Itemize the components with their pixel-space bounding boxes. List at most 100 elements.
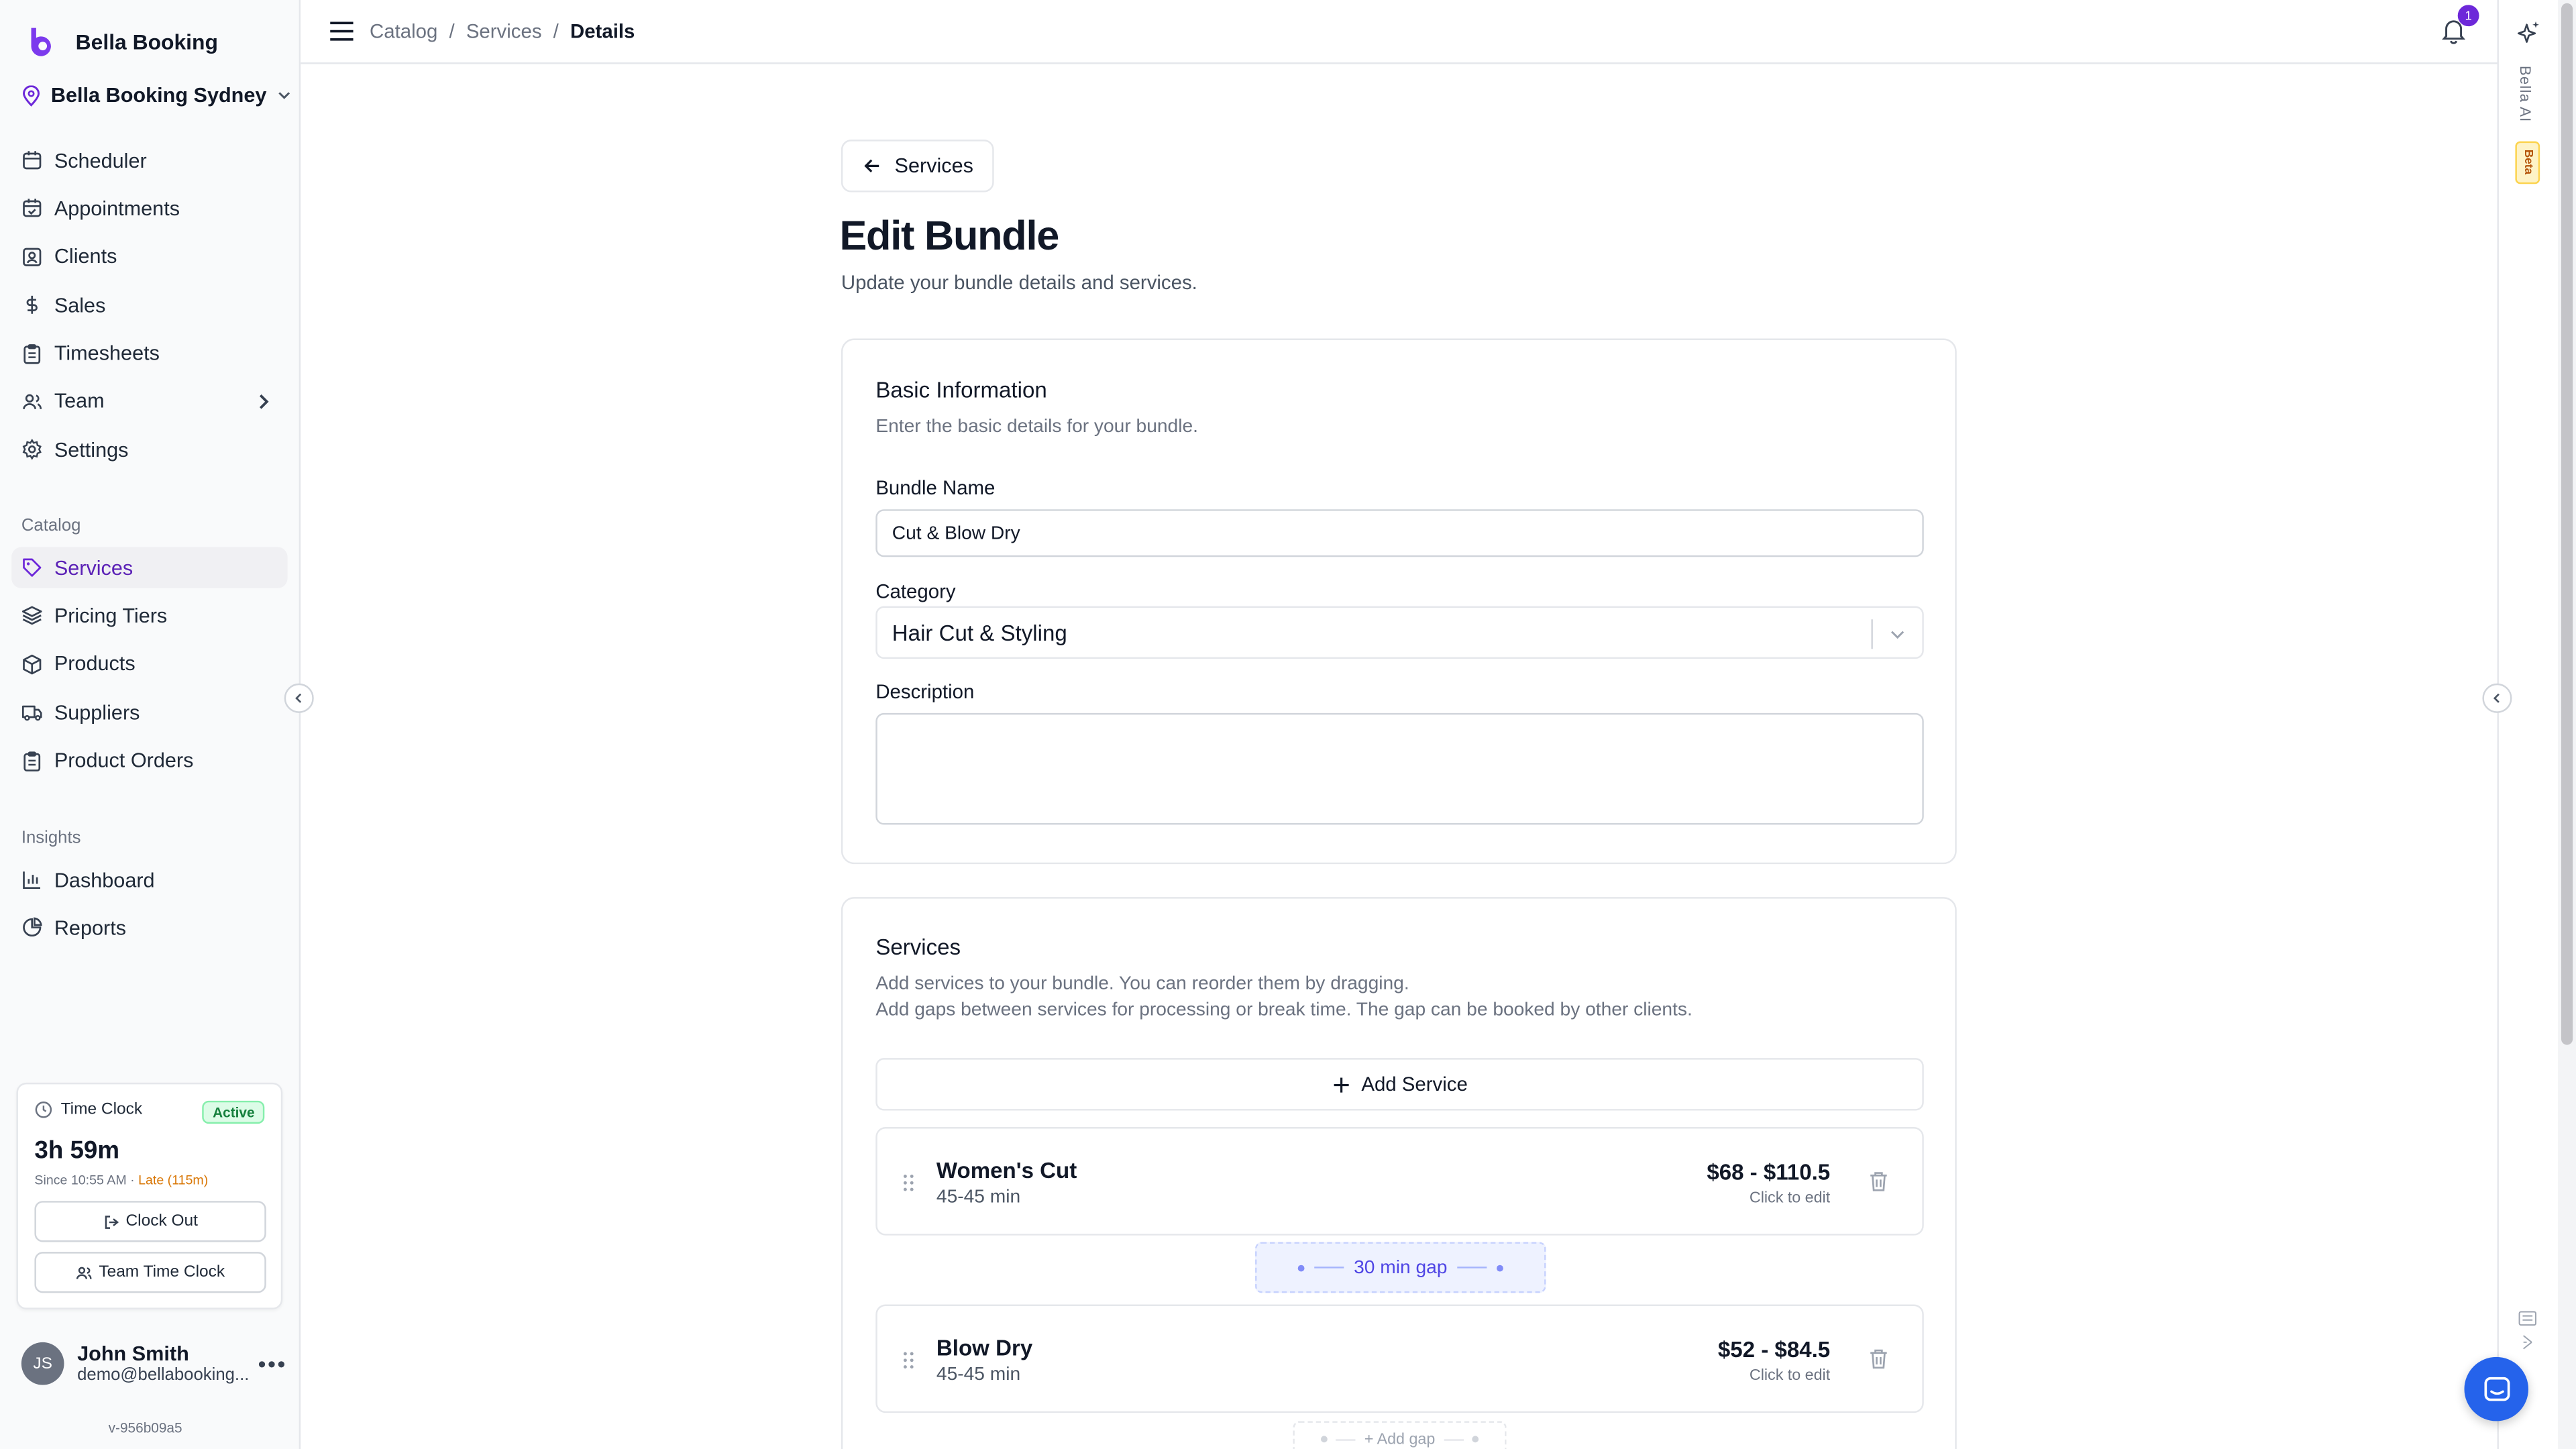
service-edit-hint[interactable]: Click to edit <box>1750 1367 1830 1385</box>
chevron-right-icon <box>259 394 269 409</box>
brand-name: Bella Booking <box>75 30 218 54</box>
ai-assistant-label[interactable]: Bella AI <box>2517 66 2533 123</box>
chevron-down-icon <box>1890 631 1904 639</box>
breadcrumb-details: Details <box>570 19 635 43</box>
layers-icon <box>21 606 42 626</box>
breadcrumb: Catalog / Services / Details <box>370 19 635 42</box>
scrollbar-thumb[interactable] <box>2561 3 2573 1045</box>
service-price: $68 - $110.5 <box>1707 1159 1831 1185</box>
nav-item-products[interactable]: Products <box>11 643 287 684</box>
card-description: Add services to your bundle. You can reo… <box>875 974 1409 994</box>
nav-item-appointments[interactable]: Appointments <box>11 188 287 229</box>
category-value: Hair Cut & Styling <box>892 620 1067 645</box>
bundle-name-input[interactable]: Cut & Blow Dry <box>875 509 1924 557</box>
team-time-clock-button[interactable]: Team Time Clock <box>34 1252 266 1293</box>
contact-icon <box>23 248 42 266</box>
nav-item-scheduler[interactable]: Scheduler <box>11 140 287 180</box>
page-title: Edit Bundle <box>839 213 1059 260</box>
add-gap-label: + Add gap <box>1364 1430 1436 1448</box>
arrow-left-icon <box>863 159 879 173</box>
services-card: Services Add services to your bundle. Yo… <box>841 897 1957 1449</box>
user-email: demo@bellabooking... <box>77 1365 250 1385</box>
user-name: John Smith <box>77 1342 189 1366</box>
clipboard-list-icon <box>23 751 41 771</box>
beta-badge: Beta <box>2515 141 2540 184</box>
insights-nav: Dashboard Reports <box>11 859 287 956</box>
category-label: Category <box>875 580 956 603</box>
nav-item-team[interactable]: Team <box>11 381 287 422</box>
gap-line <box>1336 1438 1356 1440</box>
gap-dot <box>1322 1436 1328 1443</box>
nav-item-settings[interactable]: Settings <box>11 429 287 470</box>
service-duration: 45-45 min <box>936 1187 1021 1208</box>
dollar-icon <box>26 296 38 315</box>
keyboard-icon[interactable] <box>2518 1311 2537 1326</box>
service-edit-hint[interactable]: Click to edit <box>1750 1189 1830 1208</box>
gap-line <box>1443 1438 1463 1440</box>
breadcrumb-separator: / <box>553 19 559 43</box>
gap-label: 30 min gap <box>1354 1257 1448 1278</box>
late-indicator: Late (115m) <box>138 1173 209 1188</box>
time-clock-card: Time Clock Active 3h 59m Since 10:55 AM … <box>16 1082 283 1309</box>
location-selector[interactable]: Bella Booking Sydney <box>21 84 293 107</box>
nav-item-clients[interactable]: Clients <box>11 236 287 277</box>
add-gap-button[interactable]: + Add gap <box>1293 1421 1507 1449</box>
section-label-catalog: Catalog <box>21 515 81 536</box>
package-icon <box>23 654 42 674</box>
menu-icon[interactable] <box>329 19 355 42</box>
notification-count-badge: 1 <box>2457 5 2479 27</box>
nav-item-timesheets[interactable]: Timesheets <box>11 333 287 374</box>
breadcrumb-services[interactable]: Services <box>466 19 542 42</box>
sidebar: Bella Booking Bella Booking Sydney Sched… <box>0 0 301 1449</box>
nav-item-pricing-tiers[interactable]: Pricing Tiers <box>11 595 287 636</box>
nav-item-dashboard[interactable]: Dashboard <box>11 859 287 900</box>
nav-item-services[interactable]: Services <box>11 547 288 588</box>
sparkles-icon[interactable] <box>2515 19 2541 48</box>
users-icon <box>23 394 42 409</box>
back-to-services-button[interactable]: Services <box>841 140 994 193</box>
breadcrumb-catalog[interactable]: Catalog <box>370 19 437 42</box>
nav-item-suppliers[interactable]: Suppliers <box>11 692 287 733</box>
service-row[interactable]: Blow Dry 45-45 min $52 - $84.5 Click to … <box>875 1304 1924 1413</box>
top-bar: Catalog / Services / Details 1 <box>301 0 2498 64</box>
drag-handle-icon[interactable] <box>902 1173 916 1193</box>
breadcrumb-separator: / <box>449 19 455 43</box>
tag-icon <box>23 558 42 577</box>
section-label-insights: Insights <box>21 828 81 848</box>
drag-handle-icon[interactable] <box>902 1350 916 1370</box>
description-label: Description <box>875 680 975 704</box>
ai-panel-expand-button[interactable] <box>2482 683 2512 713</box>
card-description-gaps: Add gaps between services for processing… <box>875 1000 1693 1020</box>
card-title: Basic Information <box>875 378 1047 403</box>
chevron-left-icon <box>2493 693 2500 703</box>
card-description: Enter the basic details for your bundle. <box>875 417 1198 437</box>
description-textarea[interactable] <box>875 712 1924 825</box>
nav-item-sales[interactable]: Sales <box>11 284 287 325</box>
chevron-down-icon <box>278 92 290 99</box>
support-chat-button[interactable] <box>2464 1356 2529 1421</box>
gap-chip[interactable]: 30 min gap <box>1255 1242 1546 1293</box>
more-options-icon[interactable]: ••• <box>258 1350 286 1377</box>
trash-icon[interactable] <box>1868 1170 1890 1193</box>
sidebar-collapse-button[interactable] <box>284 683 314 713</box>
clipboard-icon <box>23 343 41 364</box>
avatar: JS <box>21 1342 64 1385</box>
shortcut-icon <box>2523 1335 2532 1350</box>
nav-item-reports[interactable]: Reports <box>11 908 287 949</box>
gear-icon <box>22 439 42 461</box>
elapsed-time: 3h 59m <box>34 1136 120 1165</box>
user-profile[interactable]: JS John Smith demo@bellabooking... <box>21 1342 250 1385</box>
gap-line <box>1457 1267 1487 1269</box>
users-icon <box>76 1266 92 1279</box>
nav-item-product-orders[interactable]: Product Orders <box>11 740 287 781</box>
clock-out-button[interactable]: Clock Out <box>34 1201 266 1242</box>
brand[interactable]: Bella Booking <box>28 26 218 58</box>
main-nav: Scheduler Appointments Clients Sales Tim… <box>11 140 287 478</box>
category-select[interactable]: Hair Cut & Styling <box>875 606 1924 659</box>
service-row[interactable]: Women's Cut 45-45 min $68 - $110.5 Click… <box>875 1127 1924 1236</box>
add-service-button[interactable]: Add Service <box>875 1058 1924 1111</box>
service-name: Women's Cut <box>936 1158 1077 1183</box>
trash-icon[interactable] <box>1868 1347 1890 1370</box>
gap-dot <box>1297 1264 1305 1271</box>
app-version: v-956b09a5 <box>108 1419 182 1436</box>
